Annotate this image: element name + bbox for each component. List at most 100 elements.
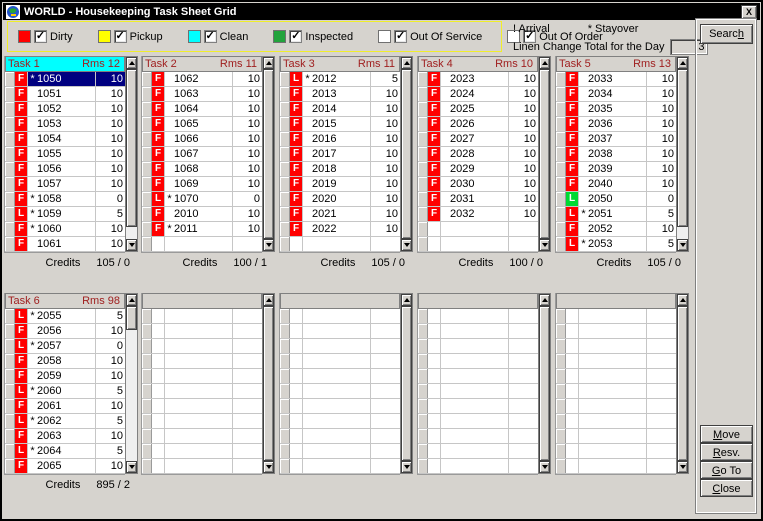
row-selector[interactable] — [556, 444, 566, 458]
row-selector[interactable] — [5, 237, 15, 251]
legend-checkbox[interactable]: ✓ — [34, 30, 47, 43]
room-row[interactable]: F106810 — [142, 162, 262, 177]
row-selector[interactable] — [280, 459, 290, 473]
row-selector[interactable] — [556, 222, 566, 236]
room-row[interactable]: F106710 — [142, 147, 262, 162]
row-selector[interactable] — [280, 399, 290, 413]
scroll-down-icon[interactable] — [677, 461, 688, 473]
row-selector[interactable] — [280, 102, 290, 116]
row-selector[interactable] — [280, 177, 290, 191]
row-selector[interactable] — [5, 147, 15, 161]
row-selector[interactable] — [556, 309, 566, 323]
room-row[interactable]: F201510 — [280, 117, 400, 132]
row-selector[interactable] — [556, 354, 566, 368]
row-selector[interactable] — [280, 117, 290, 131]
room-row[interactable]: F*10580 — [5, 192, 125, 207]
row-selector[interactable] — [5, 207, 15, 221]
move-button[interactable]: Move — [700, 425, 753, 443]
row-selector[interactable] — [280, 87, 290, 101]
resv-button[interactable]: Resv. — [700, 443, 753, 461]
row-selector[interactable] — [142, 414, 152, 428]
row-selector[interactable] — [142, 399, 152, 413]
row-selector[interactable] — [418, 354, 428, 368]
legend-checkbox[interactable]: ✓ — [394, 30, 407, 43]
room-row[interactable]: F203110 — [418, 192, 538, 207]
scrollbar[interactable] — [125, 293, 138, 474]
room-row[interactable]: L*20555 — [5, 309, 125, 324]
room-row[interactable]: F202910 — [418, 162, 538, 177]
room-row[interactable]: F202010 — [280, 192, 400, 207]
scroll-thumb[interactable] — [677, 306, 688, 461]
row-selector[interactable] — [142, 132, 152, 146]
scroll-thumb[interactable] — [677, 69, 688, 227]
row-selector[interactable] — [142, 369, 152, 383]
row-selector[interactable] — [418, 369, 428, 383]
scroll-up-icon[interactable] — [401, 57, 412, 69]
scroll-down-icon[interactable] — [126, 239, 137, 251]
row-selector[interactable] — [418, 117, 428, 131]
row-selector[interactable] — [142, 429, 152, 443]
scroll-thumb[interactable] — [401, 69, 412, 239]
scroll-thumb[interactable] — [401, 306, 412, 461]
row-selector[interactable] — [142, 177, 152, 191]
row-selector[interactable] — [5, 102, 15, 116]
room-row[interactable]: F201810 — [280, 162, 400, 177]
room-row[interactable]: F202710 — [418, 132, 538, 147]
row-selector[interactable] — [556, 399, 566, 413]
row-selector[interactable] — [280, 429, 290, 443]
row-selector[interactable] — [280, 444, 290, 458]
row-selector[interactable] — [418, 324, 428, 338]
room-row[interactable]: F203710 — [556, 132, 676, 147]
row-selector[interactable] — [418, 399, 428, 413]
room-row[interactable]: L*20645 — [5, 444, 125, 459]
row-selector[interactable] — [5, 354, 15, 368]
room-row[interactable]: F202510 — [418, 102, 538, 117]
room-row[interactable]: L*20515 — [556, 207, 676, 222]
room-row[interactable]: F106410 — [142, 102, 262, 117]
row-selector[interactable] — [5, 444, 15, 458]
room-row[interactable]: F203410 — [556, 87, 676, 102]
row-selector[interactable] — [5, 87, 15, 101]
row-selector[interactable] — [556, 369, 566, 383]
room-row[interactable]: L20500 — [556, 192, 676, 207]
row-selector[interactable] — [5, 72, 15, 86]
row-selector[interactable] — [556, 87, 566, 101]
row-selector[interactable] — [5, 339, 15, 353]
row-selector[interactable] — [418, 207, 428, 221]
row-selector[interactable] — [280, 72, 290, 86]
room-row[interactable]: F105610 — [5, 162, 125, 177]
room-row[interactable]: F*105010 — [5, 72, 125, 87]
scroll-thumb[interactable] — [126, 306, 137, 330]
row-selector[interactable] — [5, 459, 15, 473]
row-selector[interactable] — [280, 237, 290, 251]
scroll-down-icon[interactable] — [677, 239, 688, 251]
room-row[interactable]: L*10700 — [142, 192, 262, 207]
room-row[interactable]: F105410 — [5, 132, 125, 147]
row-selector[interactable] — [5, 414, 15, 428]
room-row[interactable]: L*20625 — [5, 414, 125, 429]
room-row[interactable]: F105110 — [5, 87, 125, 102]
room-row[interactable]: F202210 — [280, 222, 400, 237]
room-row[interactable]: F203910 — [556, 162, 676, 177]
scroll-down-icon[interactable] — [539, 239, 550, 251]
room-row[interactable]: F*201110 — [142, 222, 262, 237]
room-row[interactable]: F106210 — [142, 72, 262, 87]
room-row[interactable]: F201310 — [280, 87, 400, 102]
row-selector[interactable] — [556, 429, 566, 443]
room-row[interactable]: F203510 — [556, 102, 676, 117]
goto-button[interactable]: Go To — [700, 461, 753, 479]
scroll-thumb[interactable] — [263, 69, 274, 239]
scroll-up-icon[interactable] — [539, 57, 550, 69]
row-selector[interactable] — [142, 237, 152, 251]
room-row[interactable]: F205210 — [556, 222, 676, 237]
row-selector[interactable] — [418, 429, 428, 443]
row-selector[interactable] — [418, 147, 428, 161]
scrollbar[interactable] — [676, 56, 689, 252]
row-selector[interactable] — [280, 132, 290, 146]
room-row[interactable]: F105510 — [5, 147, 125, 162]
room-row[interactable]: F205810 — [5, 354, 125, 369]
room-row[interactable]: F106610 — [142, 132, 262, 147]
scroll-thumb[interactable] — [539, 306, 550, 461]
row-selector[interactable] — [418, 222, 428, 236]
row-selector[interactable] — [142, 147, 152, 161]
